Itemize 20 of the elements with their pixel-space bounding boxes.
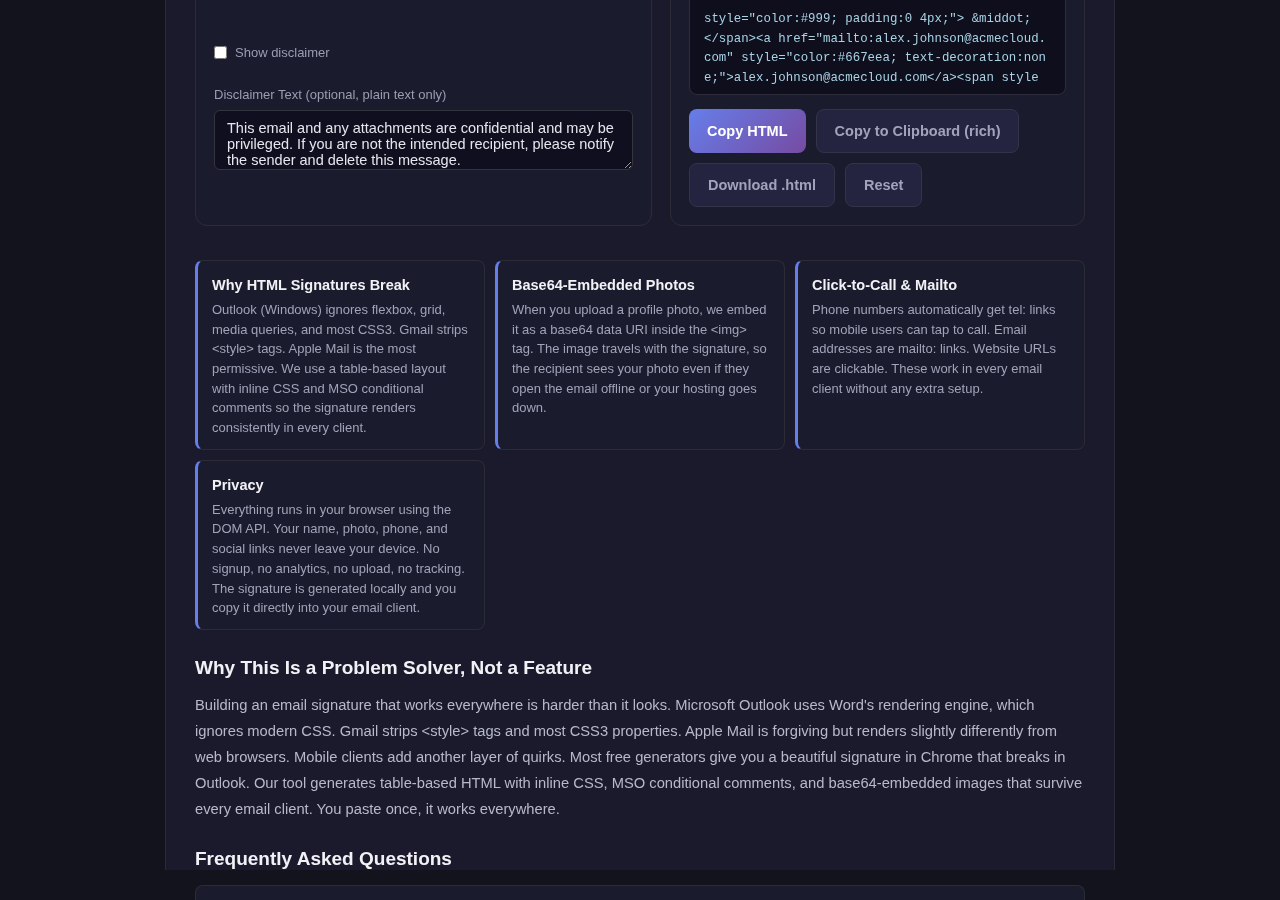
section-heading: Why This Is a Problem Solver, Not a Feature	[195, 655, 593, 680]
section-paragraph: Building an email signature that works everywhere is harder than it looks. Microsoft Outlook uses Word's rendering engine, which ignores modern CSS. Gmail strips <style> tags and most CSS3 properties. Apple Mail is forgiving but renders slightly differently from web browsers. Mobile clients add another layer of quirks. Most free generators give you a beautiful signature in Chrome that breaks in Outlook. Our tool generates table-based HTML with inline CSS, MSO conditional comments, and base64-embedded images that survive every email client. You paste once, it works everywhere.	[195, 695, 1084, 819]
card-title: Click-to-Call & Mailto	[812, 275, 958, 295]
card-text: When you upload a profile photo, we embed it as a base64 data URI inside the <img> tag. The image travels with the signature, so the recipient sees your photo even if they open the email offline or your hosting goes down.	[512, 300, 768, 418]
html-code-block: style="color:#999; padding:0 4px;"> &middot; </span><a href="mailto:alex.johnson@acmecloud. com" style="color:#667eea; text-decoration:non e;">alex.johnson@acmecloud.com</a><span style	[689, 0, 1066, 95]
card-title: Base64-Embedded Photos	[512, 275, 696, 295]
disclaimer-text-label: Disclaimer Text (optional, plain text only)	[214, 87, 448, 103]
action-button[interactable]: Download .html	[689, 162, 835, 207]
card-text: Outlook (Windows) ignores flexbox, grid, media queries, and most CSS3. Gmail strips <style> tags. Apple Mail is the most permissive. We use a table-based layout with inline CSS and MSO conditional comments so the signature renders consistently in every client.	[212, 300, 469, 438]
card-text: Phone numbers automatically get tel: links so mobile users can tap to call. Email addresses are mailto: links. Website URLs are clickable. These work in every email client without any extra setup.	[812, 300, 1057, 398]
action-button[interactable]: Reset	[844, 162, 923, 207]
faq-heading: Frequently Asked Questions	[195, 846, 453, 871]
card-title: Why HTML Signatures Break	[212, 275, 411, 295]
show-disclaimer-checkbox[interactable]	[214, 45, 227, 59]
action-button[interactable]: Copy to Clipboard (rich)	[815, 108, 1020, 153]
action-button[interactable]: Copy HTML	[689, 108, 806, 153]
card-text: Everything runs in your browser using the DOM API. Your name, photo, phone, and social links never leave your device. No signup, no analytics, no upload, no tracking. The signature is generated locally and you copy it directly into your email client.	[212, 500, 466, 618]
show-disclaimer-label: Show disclaimer	[235, 44, 330, 60]
disclaimer-text-field[interactable]: This email and any attachments are confidential and may be privileged. If you are not the intended recipient, please notify the sender and delete this message.	[214, 110, 633, 170]
card-title: Privacy	[212, 475, 265, 495]
